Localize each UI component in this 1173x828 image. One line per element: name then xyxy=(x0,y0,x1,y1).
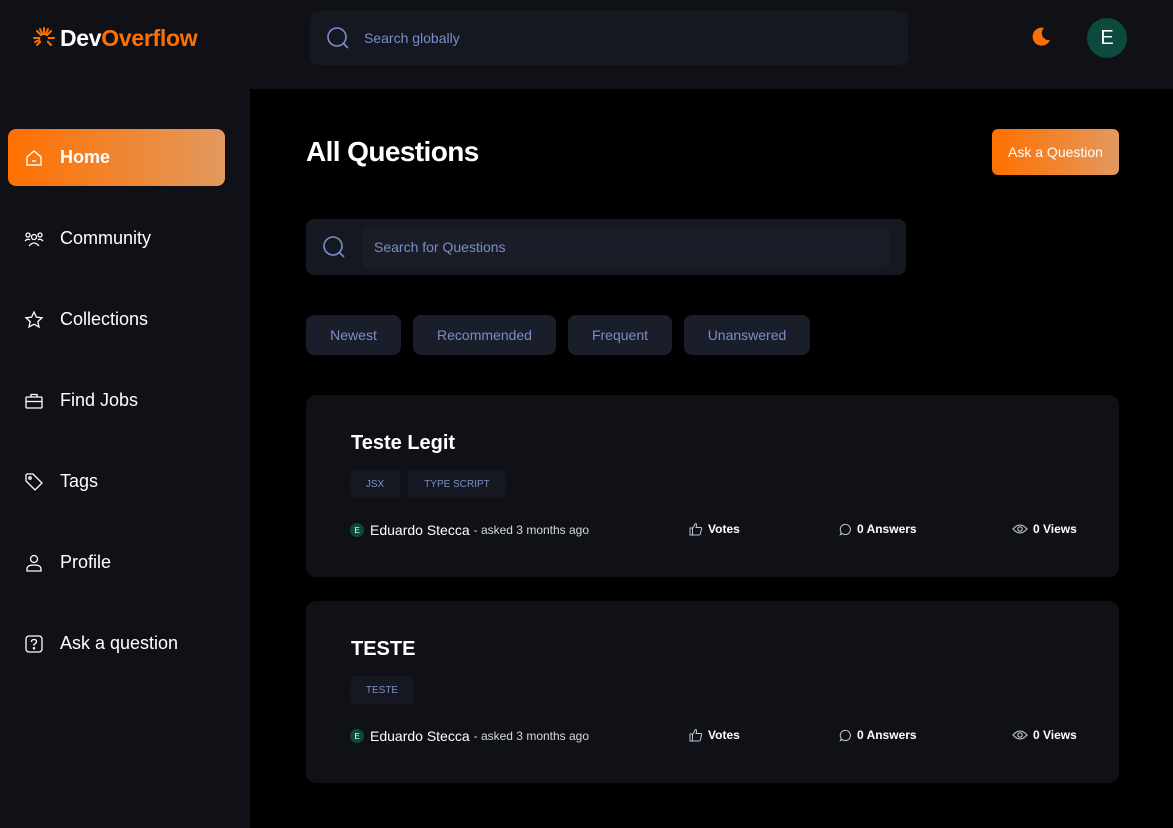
home-icon xyxy=(24,148,44,168)
message-icon xyxy=(839,523,851,536)
sidebar-item-home[interactable]: Home xyxy=(8,129,225,186)
asked-time: - asked 3 months ago xyxy=(473,523,590,537)
author-avatar: E xyxy=(350,729,364,743)
question-tag[interactable]: TYPE SCRIPT xyxy=(408,470,506,498)
question-author: E Eduardo Stecca - asked 3 months ago xyxy=(350,522,589,538)
left-sidebar: Home Community Collections Find Jobs Tag… xyxy=(0,89,250,828)
question-author: E Eduardo Stecca - asked 3 months ago xyxy=(350,728,589,744)
filter-newest[interactable]: Newest xyxy=(306,315,401,355)
question-title[interactable]: TESTE xyxy=(351,638,415,661)
author-avatar: E xyxy=(350,523,364,537)
thumbs-up-icon xyxy=(689,728,703,742)
views-metric: 0 Views xyxy=(1012,728,1077,742)
eye-icon xyxy=(1012,524,1028,534)
eye-icon xyxy=(1012,730,1028,740)
search-icon xyxy=(323,236,345,258)
global-search xyxy=(310,11,908,65)
answers-metric: 0 Answers xyxy=(839,522,917,536)
logo-suffix: Overflow xyxy=(101,24,198,51)
top-navbar: DevOverflow E xyxy=(0,0,1173,89)
sidebar-item-community[interactable]: Community xyxy=(8,210,225,267)
sidebar-item-label: Ask a question xyxy=(60,633,179,653)
users-icon xyxy=(24,229,44,249)
ask-question-button[interactable]: Ask a Question xyxy=(992,129,1119,175)
question-search-field xyxy=(362,227,890,267)
sidebar-item-label: Profile xyxy=(60,552,112,572)
views-label: 0 Views xyxy=(1033,522,1077,536)
filter-frequent[interactable]: Frequent xyxy=(568,315,672,355)
search-icon xyxy=(327,27,349,49)
views-label: 0 Views xyxy=(1033,728,1077,742)
question-search-input[interactable] xyxy=(374,239,890,255)
briefcase-icon xyxy=(24,391,44,411)
votes-metric: Votes xyxy=(689,522,740,536)
author-name[interactable]: Eduardo Stecca xyxy=(370,522,470,538)
theme-toggle[interactable] xyxy=(1028,24,1054,50)
logo-icon xyxy=(33,27,55,46)
thumbs-up-icon xyxy=(689,522,703,536)
logo-text: DevOverflow xyxy=(60,24,198,52)
sidebar-item-label: Find Jobs xyxy=(60,390,139,410)
user-avatar[interactable]: E xyxy=(1087,18,1127,58)
logo[interactable]: DevOverflow xyxy=(32,24,198,52)
star-icon xyxy=(24,309,44,330)
answers-label: 0 Answers xyxy=(857,522,917,536)
views-metric: 0 Views xyxy=(1012,522,1077,536)
question-title[interactable]: Teste Legit xyxy=(351,432,455,455)
question-tag[interactable]: TESTE xyxy=(350,676,414,704)
question-search xyxy=(306,219,906,275)
filter-unanswered[interactable]: Unanswered xyxy=(684,315,810,355)
sidebar-item-profile[interactable]: Profile xyxy=(8,534,225,591)
asked-time: - asked 3 months ago xyxy=(473,729,590,743)
moon-icon xyxy=(1032,27,1050,46)
votes-label: Votes xyxy=(708,728,740,742)
page-title: All Questions xyxy=(306,136,479,167)
votes-metric: Votes xyxy=(689,728,740,742)
author-name[interactable]: Eduardo Stecca xyxy=(370,728,470,744)
message-icon xyxy=(839,729,851,742)
filter-recommended[interactable]: Recommended xyxy=(413,315,556,355)
sidebar-item-label: Tags xyxy=(60,471,99,491)
sidebar-item-collections[interactable]: Collections xyxy=(8,291,225,348)
sidebar-item-label: Collections xyxy=(60,309,149,329)
user-icon xyxy=(24,553,44,573)
logo-prefix: Dev xyxy=(60,24,102,51)
sidebar-item-tags[interactable]: Tags xyxy=(8,453,225,510)
sidebar-item-label: Community xyxy=(60,228,152,248)
question-tag[interactable]: JSX xyxy=(350,470,400,498)
sidebar-item-ask-question[interactable]: Ask a question xyxy=(8,615,225,672)
global-search-input[interactable] xyxy=(364,30,864,46)
tag-icon xyxy=(24,472,44,492)
answers-metric: 0 Answers xyxy=(839,728,917,742)
sidebar-item-find-jobs[interactable]: Find Jobs xyxy=(8,372,225,429)
question-card: TESTE TESTE E Eduardo Stecca - asked 3 m… xyxy=(306,601,1119,783)
votes-label: Votes xyxy=(708,522,740,536)
question-icon xyxy=(24,634,44,654)
answers-label: 0 Answers xyxy=(857,728,917,742)
question-card: Teste Legit JSX TYPE SCRIPT E Eduardo St… xyxy=(306,395,1119,577)
sidebar-item-label: Home xyxy=(60,147,111,167)
